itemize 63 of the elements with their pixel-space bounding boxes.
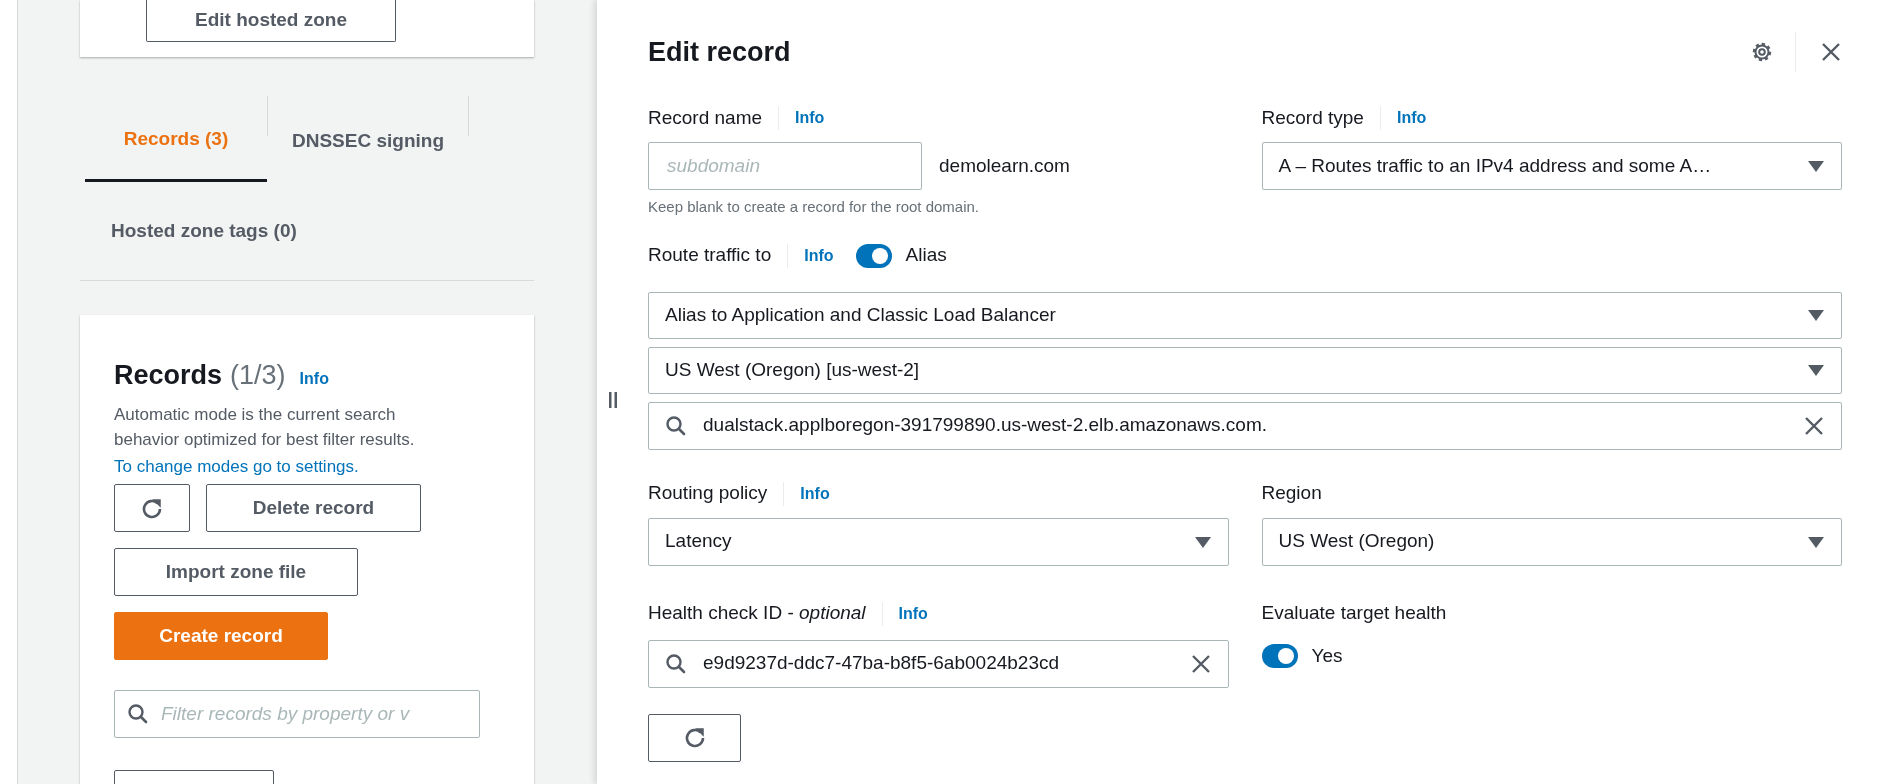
caret-icon xyxy=(1807,534,1825,549)
toggle-label: Yes xyxy=(1311,643,1343,668)
search-field[interactable]: e9d9237d-ddc7-47ba-b8f5-6ab0024b23cd xyxy=(648,639,1229,688)
select-field[interactable]: US West (Oregon) xyxy=(1261,517,1842,566)
search-input[interactable]: e9d9237d-ddc7-47ba-b8f5-6ab0024b23cd xyxy=(701,648,1190,679)
filter-field[interactable]: Filter records by property or v xyxy=(114,690,480,738)
close-icon[interactable] xyxy=(1820,41,1842,63)
search-input[interactable]: dualstack.applboregon-391799890.us-west-2.elb.amazonaws.com. xyxy=(701,410,1803,441)
action-button[interactable]: Delete record xyxy=(206,484,421,532)
caret-icon xyxy=(1807,363,1825,377)
clear-icon[interactable] xyxy=(1803,414,1825,437)
select-value: Latency xyxy=(665,529,733,554)
text-input[interactable]: subdomain xyxy=(665,150,905,182)
refresh-icon xyxy=(141,497,163,520)
caret-icon xyxy=(1807,308,1825,322)
select-value: US West (Oregon) [us-west-2] xyxy=(665,357,921,382)
hint-text: Keep blank to create a record for the root domain. xyxy=(648,197,981,217)
search-field[interactable]: dualstack.applboregon-391799890.us-west-2.elb.amazonaws.com. xyxy=(648,401,1842,450)
caret-icon xyxy=(1193,534,1212,549)
toggle-switch[interactable] xyxy=(855,243,892,268)
info-link[interactable]: Info xyxy=(299,367,329,391)
clear-icon[interactable] xyxy=(1189,652,1212,675)
info-link[interactable]: Info xyxy=(804,243,834,268)
edit-hosted-zone-button[interactable]: Edit hosted zone xyxy=(146,0,396,42)
search-icon xyxy=(665,414,687,437)
panel-title: Edit record xyxy=(648,35,792,69)
select-value: US West (Oregon) xyxy=(1278,529,1436,554)
tab[interactable]: Hosted zone tags (0) xyxy=(111,182,297,280)
tab[interactable]: DNSSEC signing xyxy=(268,96,468,182)
domain-suffix: demolearn.com xyxy=(939,153,1070,178)
select-field[interactable]: Latency xyxy=(648,517,1229,566)
field-label: Record name xyxy=(648,105,763,130)
info-link[interactable]: Info xyxy=(795,106,825,130)
select-field[interactable]: Alias to Application and Classic Load Balancer xyxy=(648,291,1842,339)
info-link[interactable]: Info xyxy=(1396,106,1427,130)
toggle-label: Alias xyxy=(905,243,947,268)
search-icon xyxy=(665,652,687,675)
toggle-switch[interactable] xyxy=(1261,643,1298,668)
refresh-button[interactable] xyxy=(114,484,190,532)
select-field[interactable]: A – Routes traffic to an IPv4 address and some A… xyxy=(1261,142,1842,190)
search-icon xyxy=(127,703,149,725)
refresh-icon xyxy=(683,727,706,750)
record-count: (1/3) xyxy=(230,359,286,392)
field-label: Health check ID - optional xyxy=(648,601,866,626)
action-button[interactable]: Import zone file xyxy=(114,548,358,596)
refresh-button[interactable] xyxy=(648,713,741,762)
description-text: Automatic mode is the current search behavior optimized for best filter results. xyxy=(114,403,416,451)
info-link[interactable]: Info xyxy=(898,601,928,626)
settings-link[interactable]: To change modes go to settings. xyxy=(114,453,359,479)
section-title: Records xyxy=(114,359,223,392)
drag-handle-icon[interactable] xyxy=(608,391,618,409)
select-value: Alias to Application and Classic Load Balancer xyxy=(665,302,1057,327)
select-field[interactable]: US West (Oregon) [us-west-2] xyxy=(648,346,1842,394)
field-label: Evaluate target health xyxy=(1261,601,1447,626)
caret-icon xyxy=(1807,159,1825,173)
field-label: Routing policy xyxy=(648,481,768,506)
text-field[interactable]: subdomain xyxy=(648,142,922,190)
field-label: Route traffic to xyxy=(648,243,772,268)
filter-input[interactable]: Filter records by property or v xyxy=(159,698,467,730)
field-label: Record type xyxy=(1261,105,1364,130)
field-label: Region xyxy=(1261,481,1322,506)
select-value: A – Routes traffic to an IPv4 address and some A… xyxy=(1278,153,1713,178)
info-link[interactable]: Info xyxy=(800,481,830,506)
